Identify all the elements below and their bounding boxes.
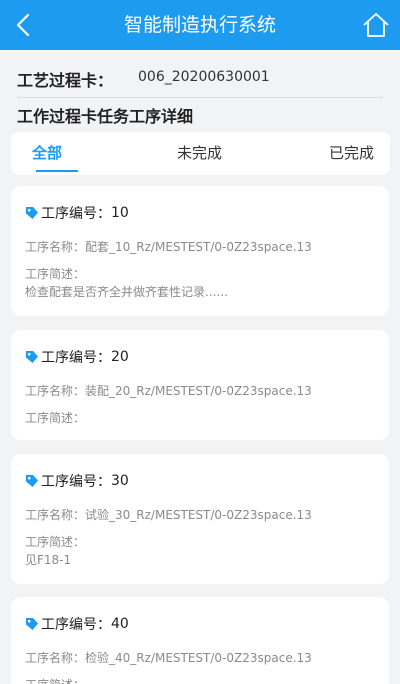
procedure-name-label: 工序名称： bbox=[25, 508, 86, 522]
procedure-number: 20 bbox=[111, 349, 129, 365]
procedure-number: 40 bbox=[111, 616, 129, 632]
procedure-number: 10 bbox=[111, 205, 129, 221]
tab-completed[interactable]: 已完成 bbox=[329, 132, 374, 175]
procedure-number-label: 工序编号： bbox=[41, 617, 111, 633]
procedure-number-row: 工序编号： 20 bbox=[25, 346, 129, 368]
procedure-name-label: 工序名称： bbox=[25, 384, 86, 398]
procedure-desc-label: 工序简述： bbox=[25, 535, 86, 549]
tag-icon bbox=[26, 351, 38, 363]
procedure-desc-label: 工序简述： bbox=[25, 676, 85, 684]
status-tabs: 全部 未完成 已完成 bbox=[11, 132, 390, 175]
procedure-name-value: 试验_30_Rz/MESTEST/0-0Z23space.13 bbox=[85, 508, 312, 522]
procedure-name: 工序名称：试验_30_Rz/MESTEST/0-0Z23space.13 bbox=[25, 506, 312, 523]
app-header: 智能制造执行系统 bbox=[0, 0, 400, 50]
tab-all[interactable]: 全部 bbox=[32, 132, 62, 175]
procedure-number-row: 工序编号： 40 bbox=[25, 613, 129, 635]
procedure-number-label: 工序编号： bbox=[41, 474, 111, 490]
procedure-name: 工序名称：装配_20_Rz/MESTEST/0-0Z23space.13 bbox=[25, 382, 312, 399]
procedure-name: 工序名称：配套_10_Rz/MESTEST/0-0Z23space.13 bbox=[25, 238, 312, 255]
procedure-desc-label: 工序简述： bbox=[25, 411, 86, 425]
procedure-name-label: 工序名称： bbox=[25, 651, 86, 665]
procedure-name-label: 工序名称： bbox=[25, 240, 86, 254]
info-section: 工艺过程卡： 006_20200630001 工作过程卡任务工序详细 bbox=[0, 50, 400, 130]
procedure-desc: 见F18-1 bbox=[25, 553, 72, 567]
procedure-name-value: 配套_10_Rz/MESTEST/0-0Z23space.13 bbox=[85, 240, 312, 254]
home-icon bbox=[363, 13, 389, 37]
procedure-name: 工序名称：检验_40_Rz/MESTEST/0-0Z23space.13 bbox=[25, 649, 312, 666]
procedure-name-value: 装配_20_Rz/MESTEST/0-0Z23space.13 bbox=[85, 384, 312, 398]
procedure-desc: 检查配套是否齐全并做齐套性记录...... bbox=[25, 285, 228, 299]
section-title: 工作过程卡任务工序详细 bbox=[17, 107, 194, 126]
home-button[interactable] bbox=[362, 11, 390, 39]
tag-icon bbox=[26, 475, 38, 487]
process-card-label: 工艺过程卡： bbox=[17, 71, 114, 90]
process-card-value: 006_20200630001 bbox=[138, 69, 270, 85]
procedure-number-label: 工序编号： bbox=[41, 206, 111, 222]
tab-incomplete[interactable]: 未完成 bbox=[177, 132, 222, 175]
page-title: 智能制造执行系统 bbox=[123, 14, 276, 36]
procedure-card[interactable]: 工序编号： 10 工序名称：配套_10_Rz/MESTEST/0-0Z23spac… bbox=[11, 186, 389, 316]
procedure-card[interactable]: 工序编号： 20 工序名称：装配_20_Rz/MESTEST/0-0Z23spac… bbox=[11, 330, 389, 440]
tag-icon bbox=[26, 207, 38, 219]
procedure-number-label: 工序编号： bbox=[41, 350, 111, 366]
procedure-number-row: 工序编号： 30 bbox=[25, 470, 129, 492]
procedure-number-row: 工序编号： 10 bbox=[25, 202, 129, 224]
procedure-number: 30 bbox=[111, 473, 129, 489]
procedure-desc-label: 工序简述： bbox=[25, 267, 86, 281]
procedure-card[interactable]: 工序编号： 40 工序名称：检验_40_Rz/MESTEST/0-0Z23spac… bbox=[11, 597, 389, 684]
divider bbox=[17, 97, 383, 98]
tag-icon bbox=[26, 618, 38, 630]
active-tab-indicator bbox=[36, 170, 78, 172]
procedure-card[interactable]: 工序编号： 30 工序名称：试验_30_Rz/MESTEST/0-0Z23spac… bbox=[11, 454, 389, 584]
procedure-name-value: 检验_40_Rz/MESTEST/0-0Z23space.13 bbox=[85, 651, 312, 665]
